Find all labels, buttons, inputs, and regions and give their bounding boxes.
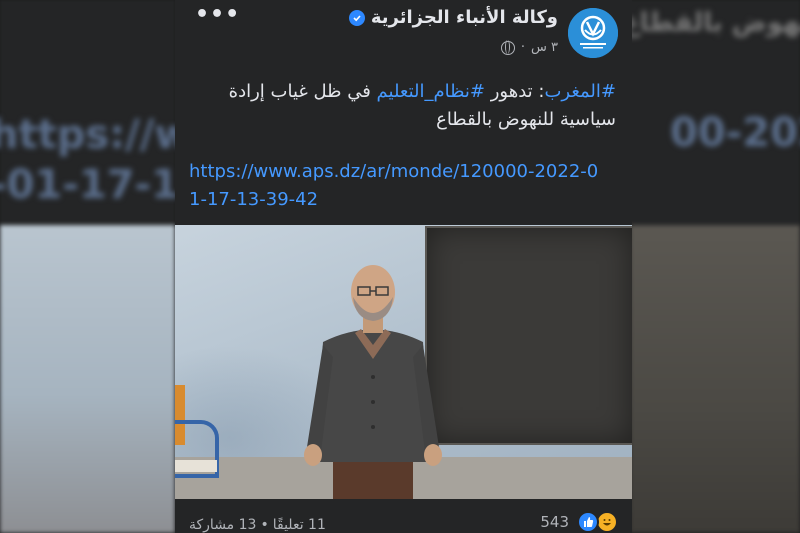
facebook-post-card: وكالة الأنباء الجزائرية ٣ س · ••• #المغر… xyxy=(175,0,632,533)
stats-separator: • xyxy=(260,517,269,533)
meta-separator: · xyxy=(520,40,525,55)
like-reaction-icon xyxy=(577,511,599,533)
more-options-icon[interactable]: ••• xyxy=(195,2,240,27)
shares-count[interactable]: 13 مشاركة xyxy=(189,517,256,533)
globe-icon[interactable] xyxy=(500,40,515,55)
reactions-count: 543 xyxy=(540,513,569,531)
post-footer: 543 11 تعليقًا • 13 مشاركة xyxy=(175,499,632,533)
post-meta: ٣ س · xyxy=(500,40,558,55)
reactions-summary[interactable]: 543 xyxy=(540,511,618,533)
page-avatar[interactable] xyxy=(568,8,618,58)
post-text: #المغرب: تدهور #نظام_التعليم في ظل غياب … xyxy=(175,78,632,134)
comments-count[interactable]: 11 تعليقًا xyxy=(273,517,326,533)
desk xyxy=(175,460,217,472)
post-text-part1: : تدهور xyxy=(485,81,545,102)
aps-logo-icon xyxy=(568,8,618,58)
ghost-link-text-2: -01-17-13-3 xyxy=(0,162,175,208)
man-figure xyxy=(304,265,442,499)
engagement-stats: 11 تعليقًا • 13 مشاركة xyxy=(189,517,326,533)
verified-badge-icon xyxy=(348,9,365,26)
page-name-link[interactable]: وكالة الأنباء الجزائرية xyxy=(348,7,558,28)
post-link[interactable]: https://www.aps.dz/ar/monde/120000-2022-… xyxy=(175,158,618,214)
ghost-text-4: نهوض بالقطاع xyxy=(630,8,800,38)
post-timestamp[interactable]: ٣ س xyxy=(531,40,558,55)
hashtag-morocco[interactable]: #المغرب xyxy=(544,81,616,102)
page-name-label: وكالة الأنباء الجزائرية xyxy=(370,7,558,28)
blackboard xyxy=(427,228,632,443)
post-photo[interactable] xyxy=(175,225,632,499)
ghost-link-text-3: 00-2022 xyxy=(670,110,800,156)
background-left-blur: https://www -01-17-13-3 xyxy=(0,0,175,533)
hashtag-education-system[interactable]: #نظام_التعليم xyxy=(377,81,485,102)
haha-reaction-icon xyxy=(596,511,618,533)
post-header: وكالة الأنباء الجزائرية ٣ س · ••• xyxy=(175,0,632,70)
background-right-blur: 00-2022 نهوض بالقطاع xyxy=(630,0,800,533)
ghost-link-text: https://www xyxy=(0,112,175,158)
